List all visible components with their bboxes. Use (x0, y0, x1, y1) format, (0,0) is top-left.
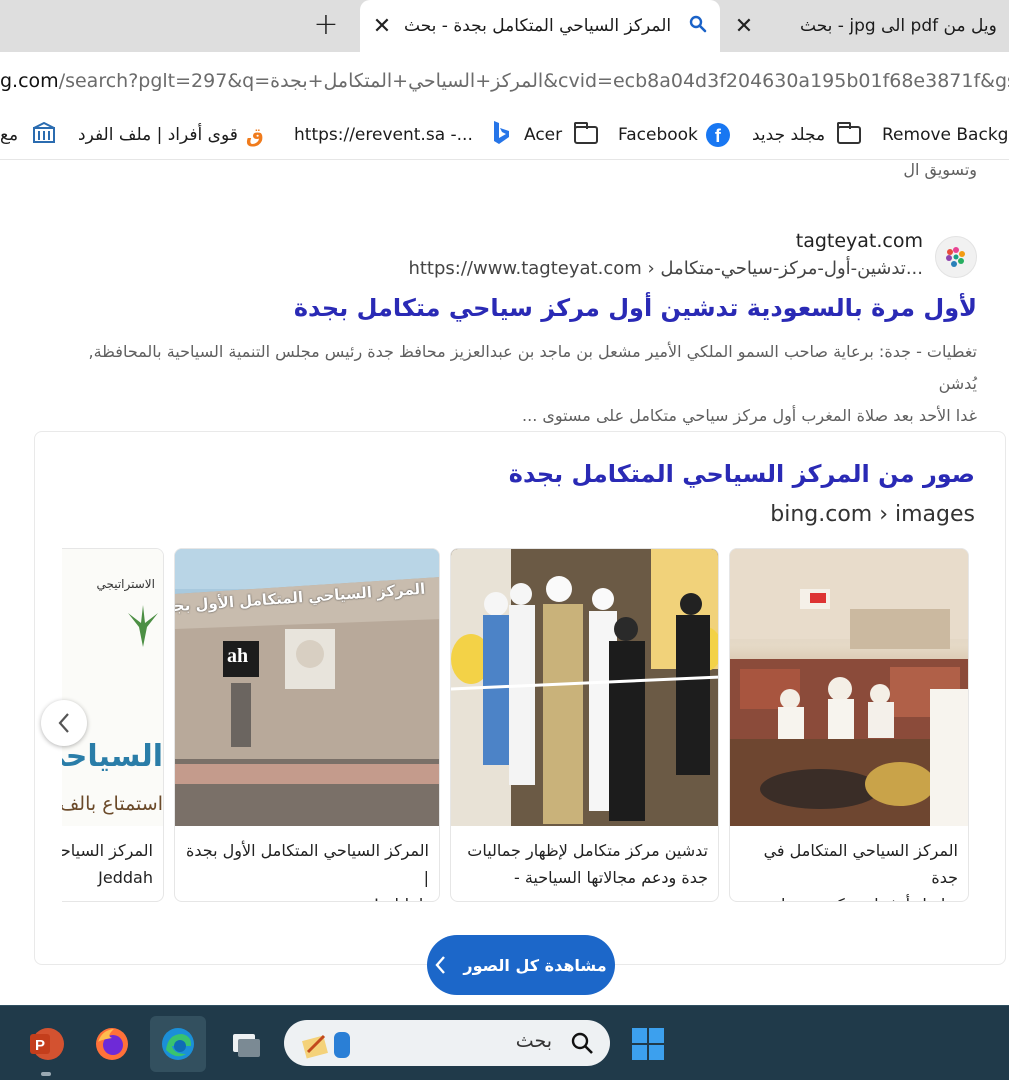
url-path: /search?pglt=297&q=المركز+السياحي+المتكا… (58, 70, 1009, 92)
view-all-label: مشاهدة كل الصور (463, 955, 607, 975)
bookmark-bank[interactable]: مع (0, 110, 56, 160)
snippet-line: غدا الأحد بعد صلاة المغرب أول مركز سياحي… (522, 406, 977, 425)
bing-icon (491, 120, 511, 151)
caption-line: المركز السياحي المتكامل الأول بجدة | (186, 841, 429, 887)
image-thumbnail (730, 549, 968, 826)
previous-snippet: وتسويق ال (903, 160, 977, 179)
caption-line: يواصل أنشطته بنكهة رمضانية... (740, 891, 958, 901)
task-view-icon[interactable] (216, 1016, 272, 1072)
new-tab-button[interactable]: + (306, 8, 346, 44)
facebook-icon: f (705, 123, 730, 147)
image-caption: المركز السياحي Jeddah (62, 837, 153, 891)
close-tab-icon[interactable]: ✕ (730, 14, 758, 39)
result-title-link[interactable]: لأول مرة بالسعودية تدشين أول مركز سياحي … (294, 294, 977, 322)
image-result-1[interactable]: المركز السياحي المتكامل في جدة يواصل أنش… (729, 548, 969, 902)
running-indicator (41, 1072, 51, 1076)
bank-icon (32, 121, 56, 149)
image-thumbnail: الاستراتيجي السياحي استمتاع بالف (62, 549, 163, 826)
view-all-images-button[interactable]: مشاهدة كل الصور (427, 935, 615, 995)
tagteyat-favicon[interactable] (935, 236, 977, 278)
svg-text:P: P (35, 1037, 45, 1054)
search-results: وتسويق ال tagteyat.com https://www.tagte… (0, 160, 1009, 1005)
tab-active[interactable]: ✕ المركز السياحي المتكامل بجدة - بحث (360, 0, 720, 52)
folder-icon (837, 122, 862, 144)
bookmark-label: Remove Backgr (882, 125, 1009, 145)
bookmark-acer[interactable]: Acer (524, 110, 599, 160)
bookmark-label: قوى أفراد | ملف الفرد (78, 125, 238, 145)
url-host: g.com (0, 70, 59, 92)
caption-line: Jeddah (185, 891, 429, 901)
tab-title: ويل من pdf الى jpg - بحث (800, 16, 997, 36)
folder-icon (574, 122, 599, 144)
image-thumbnail (451, 549, 718, 826)
chevron-left-icon (58, 713, 69, 733)
carousel-prev-button[interactable] (41, 700, 87, 746)
address-bar[interactable]: g.com/search?pglt=297&q=المركز+السياحي+ا… (0, 52, 1009, 110)
images-source: bing.com › images (770, 502, 975, 527)
bookmark-erevent[interactable]: https://erevent.sa -... (294, 110, 511, 160)
chevron-left-icon (435, 956, 446, 974)
tab-strip: + ✕ المركز السياحي المتكامل بجدة - بحث ✕… (0, 0, 1009, 52)
promo-top-text: الاستراتيجي (96, 577, 155, 591)
caption-line: المركز السياحي (62, 841, 153, 860)
bookmark-remove-background[interactable]: Remove Backgr (882, 110, 1009, 160)
url-field[interactable]: g.com/search?pglt=297&q=المركز+السياحي+ا… (0, 52, 1009, 110)
bookmark-new-folder[interactable]: مجلد جديد (752, 110, 862, 160)
bookmark-label: Facebook (618, 125, 698, 145)
caption-line: المركز السياحي المتكامل في جدة (763, 841, 958, 887)
bookmark-label: مجلد جديد (752, 125, 826, 145)
image-thumbnail: المركز السياحي المتكامل الأول بجدة ah (175, 549, 439, 826)
images-section: صور من المركز السياحي المتكامل بجدة bing… (34, 431, 1006, 995)
windows-start-icon[interactable] (620, 1016, 676, 1072)
bookmark-facebook[interactable]: Facebook f (618, 110, 730, 160)
promo-big-text: السياحي (62, 739, 163, 774)
promo-bottom-text: استمتاع بالف (62, 793, 163, 815)
taskbar-search-placeholder: بحث (515, 1030, 552, 1052)
image-result-3[interactable]: المركز السياحي المتكامل الأول بجدة ah ال… (174, 548, 440, 902)
result-url[interactable]: https://www.tagteyat.com › تدشين-أول-مرك… (408, 258, 923, 279)
edge-icon[interactable] (150, 1016, 206, 1072)
image-result-2[interactable]: تدشين مركز متكامل لإظهار جماليات جدة ودع… (450, 548, 719, 902)
image-caption: المركز السياحي المتكامل الأول بجدة | Jed… (185, 837, 429, 901)
firefox-icon[interactable] (84, 1016, 140, 1072)
close-tab-icon[interactable]: ✕ (368, 14, 396, 39)
image-caption: المركز السياحي المتكامل في جدة يواصل أنش… (740, 837, 958, 901)
bookmarks-bar: Remove Backgr مجلد جديد Facebook f Acer … (0, 110, 1009, 160)
tab-inactive[interactable]: ✕ ويل من pdf الى jpg - بحث (730, 0, 1009, 52)
tab-title: المركز السياحي المتكامل بجدة - بحث (404, 16, 672, 36)
image-caption: تدشين مركز متكامل لإظهار جماليات جدة ودع… (461, 837, 708, 901)
qiwa-icon: ق (245, 123, 264, 147)
search-icon (689, 15, 707, 38)
bookmark-label: https://erevent.sa -... (294, 125, 473, 145)
caption-line: تدشين مركز متكامل لإظهار جماليات (467, 841, 708, 860)
snippet-line: تغطيات - جدة: برعاية صاحب السمو الملكي ا… (88, 342, 977, 393)
powerpoint-icon[interactable]: P (18, 1016, 74, 1072)
bookmark-qiwa[interactable]: قوى أفراد | ملف الفرد ق (78, 110, 264, 160)
result-snippet: تغطيات - جدة: برعاية صاحب السمو الملكي ا… (57, 336, 977, 432)
building-logo-text: ah (227, 645, 249, 667)
bookmark-label: Acer (524, 125, 563, 145)
result-site-name[interactable]: tagteyat.com (796, 230, 923, 252)
windows-taskbar: P بحث (0, 1005, 1009, 1080)
search-highlight-icon (302, 1032, 350, 1059)
search-icon (571, 1032, 593, 1054)
taskbar-search[interactable]: بحث (284, 1020, 610, 1066)
images-title-link[interactable]: صور من المركز السياحي المتكامل بجدة (509, 460, 975, 488)
caption-line: Jeddah (98, 868, 153, 887)
bookmark-label: مع (0, 125, 19, 145)
caption-line: جدة ودعم مجالاتها السياحية - صحيفة... (513, 868, 708, 901)
